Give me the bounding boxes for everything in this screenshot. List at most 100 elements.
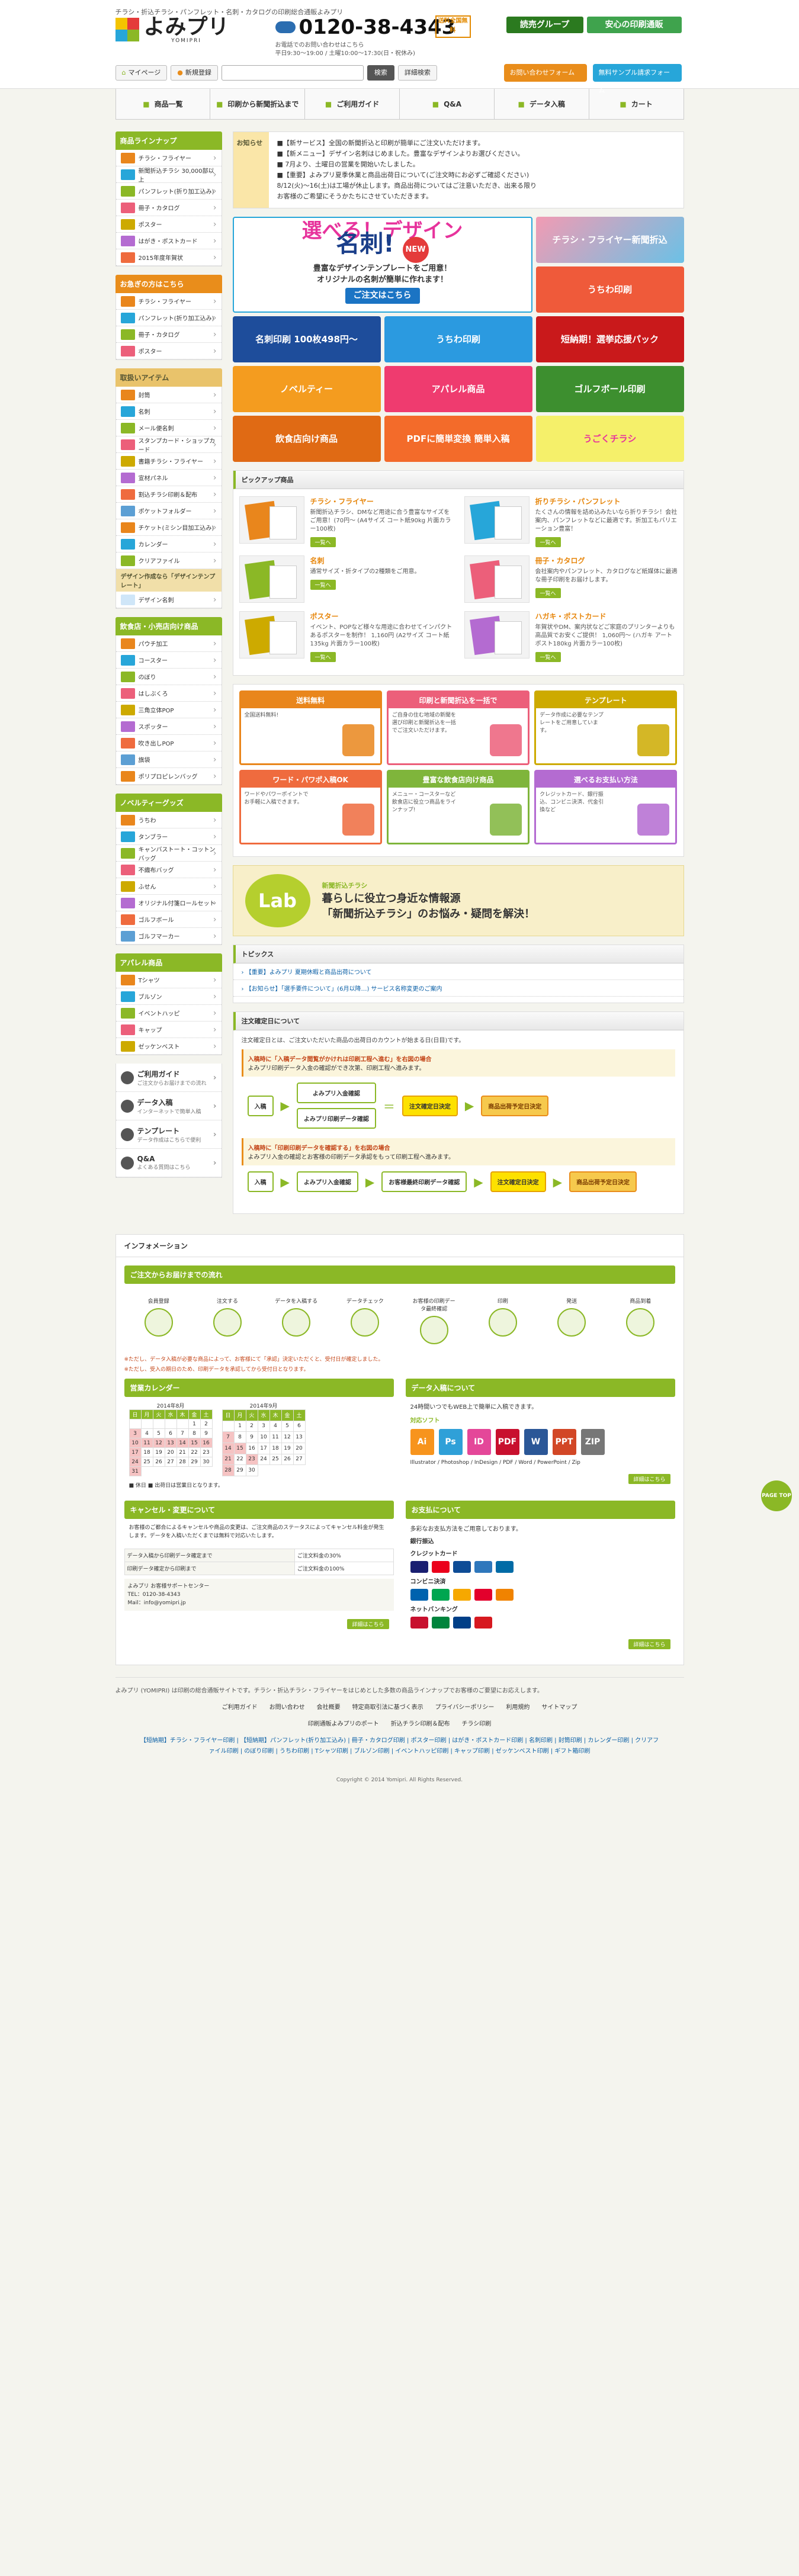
banner-uchiwa-small[interactable]: うちわ印刷 xyxy=(535,266,684,313)
sidebar-item-novelty-4[interactable]: ふせん xyxy=(115,878,222,895)
cancel-more-button[interactable]: 詳細はこちら xyxy=(347,1619,389,1629)
feature-card-0[interactable]: 送料無料 全国送料無料! xyxy=(239,690,382,765)
sidebar-item-lineup-4[interactable]: ポスター xyxy=(115,216,222,233)
feature-card-4[interactable]: 豊富な飲食店向け商品 メニュー・コースターなど飲食店に役立つ商品をラインナップ! xyxy=(386,770,530,844)
pickup-item-1[interactable]: 折りチラシ・パンフレット たくさんの情報を詰め込みたいなら折りチラシ！会社案内、パ… xyxy=(464,496,678,547)
banner-golf-ball[interactable]: ゴルフボール印刷 xyxy=(535,366,684,412)
gnav-item-4[interactable]: ■ データ入稿 xyxy=(495,89,589,119)
sidebar-item-goods-6[interactable]: 割込チラシ印刷＆配布 xyxy=(115,486,222,503)
contact-form-button[interactable]: お問い合わせフォーム xyxy=(503,64,587,82)
sidebar-item-goods-1[interactable]: 名刺 xyxy=(115,403,222,420)
sidebar-item-novelty-3[interactable]: 不織布バッグ xyxy=(115,862,222,878)
sidebar-item-food-0[interactable]: パウチ加工 xyxy=(115,635,222,652)
sidebar-item-design-meishi[interactable]: デザイン名刺 xyxy=(115,592,222,608)
sidebar-item-lineup-2[interactable]: パンフレット(折り加工込み) xyxy=(115,183,222,200)
sidebar-item-goods-10[interactable]: クリアファイル xyxy=(115,553,222,569)
sidebar-guide-1[interactable]: データ入稿 インターネットで簡単入稿 xyxy=(115,1092,222,1120)
sidebar-item-apparel-1[interactable]: ブルゾン xyxy=(115,988,222,1005)
pickup-item-more-button[interactable]: 一覧へ xyxy=(535,537,561,547)
sidebar-item-food-7[interactable]: 旗袋 xyxy=(115,751,222,768)
sidebar-item-apparel-0[interactable]: Tシャツ xyxy=(115,972,222,988)
banner-restaurant[interactable]: 飲食店向け商品 xyxy=(232,416,381,462)
feature-card-3[interactable]: ワード・パワポ入稿OK ワードやパワーポイントでお手軽に入稿できます。 xyxy=(239,770,382,844)
sidebar-item-rush-2[interactable]: 冊子・カタログ xyxy=(115,326,222,343)
sidebar-item-rush-3[interactable]: ポスター xyxy=(115,343,222,359)
sidebar-item-food-3[interactable]: はしぶくろ xyxy=(115,685,222,702)
sidebar-item-goods-9[interactable]: カレンダー xyxy=(115,536,222,553)
page-top-button[interactable]: PAGE TOP xyxy=(761,1480,792,1511)
banner-novelty[interactable]: ノベルティー xyxy=(232,366,381,412)
sidebar-item-novelty-5[interactable]: オリジナル付箋ロールセット xyxy=(115,895,222,911)
sidebar-item-apparel-4[interactable]: ゼッケンベスト xyxy=(115,1038,222,1055)
pickup-item-more-button[interactable]: 一覧へ xyxy=(310,652,336,662)
pickup-item-more-button[interactable]: 一覧へ xyxy=(310,537,336,547)
topic-item-1[interactable]: › 【お知らせ】「選手要件について」(6月以降…) サービス名称変更のご案内 xyxy=(233,980,684,997)
footer-link-4[interactable]: プライバシーポリシー xyxy=(435,1704,495,1711)
pickup-item-4[interactable]: ポスター イベント、POPなど様々な用途に合わせてインパクトあるポスターを制作！ … xyxy=(239,611,453,662)
sidebar-item-novelty-2[interactable]: キャンバストート・コットンバッグ xyxy=(115,845,222,862)
sidebar-item-rush-0[interactable]: チラシ・フライヤー xyxy=(115,293,222,310)
sidebar-item-food-1[interactable]: コースター xyxy=(115,652,222,669)
feature-card-2[interactable]: テンプレート データ作成に必要なテンプレートをご用意しています。 xyxy=(534,690,678,765)
sidebar-guide-0[interactable]: ご利用ガイド ご注文からお届けまでの流れ xyxy=(115,1064,222,1092)
feature-card-1[interactable]: 印刷と新聞折込を一括で ご自身の住む地域の新聞を選び印刷と新聞折込を一括でご注文い… xyxy=(386,690,530,765)
sidebar-item-lineup-5[interactable]: はがき・ポストカード xyxy=(115,233,222,249)
pickup-item-2[interactable]: 名刺 通常サイズ・折タイプの2種類をご用意。 一覧へ xyxy=(239,555,453,603)
gnav-item-2[interactable]: ■ ご利用ガイド xyxy=(305,89,400,119)
sidebar-item-goods-0[interactable]: 封筒 xyxy=(115,387,222,403)
sidebar-item-lineup-1[interactable]: 新聞折込チラシ 30,000部以上 xyxy=(115,166,222,184)
banner-uchiwa[interactable]: うちわ印刷 xyxy=(384,316,532,362)
banner-flyer-insert[interactable]: チラシ・フライヤー新聞折込 xyxy=(535,217,684,263)
sidebar-item-food-6[interactable]: 吹き出しPOP xyxy=(115,735,222,751)
sample-request-button[interactable]: 無料サンプル請求フォーム xyxy=(592,64,682,94)
sidebar-item-lineup-6[interactable]: 2015年度年賀状 xyxy=(115,249,222,266)
payment-more-button[interactable]: 詳細はこちら xyxy=(628,1639,670,1649)
banner-apparel[interactable]: アパレル商品 xyxy=(384,366,532,412)
detail-search-button[interactable]: 詳細検索 xyxy=(397,65,437,81)
footer-link-1[interactable]: お問い合わせ xyxy=(269,1704,305,1711)
pickup-item-more-button[interactable]: 一覧へ xyxy=(535,588,561,598)
feature-card-5[interactable]: 選べるお支払い方法 クレジットカード、銀行振込、コンビニ決済、代金引換など xyxy=(534,770,678,844)
search-input[interactable] xyxy=(221,65,364,81)
register-button[interactable]: ● 新規登録 xyxy=(171,65,218,81)
sidebar-item-novelty-7[interactable]: ゴルフマーカー xyxy=(115,928,222,945)
sidebar-item-apparel-2[interactable]: イベントハッピ xyxy=(115,1005,222,1022)
search-button[interactable]: 検索 xyxy=(367,65,394,81)
sidebar-item-food-2[interactable]: のぼり xyxy=(115,669,222,685)
footer-link2-2[interactable]: チラシ印刷 xyxy=(462,1721,492,1727)
sidebar-item-goods-7[interactable]: ポケットフォルダー xyxy=(115,503,222,519)
banner-moving-flyer[interactable]: うごくチラシ xyxy=(535,416,684,462)
pickup-item-0[interactable]: チラシ・フライヤー 新聞折込チラシ、DMなど用途に合う豊富なサイズをご用意！(70… xyxy=(239,496,453,547)
mypage-button[interactable]: ⌂ マイページ xyxy=(115,65,168,81)
pickup-item-3[interactable]: 冊子・カタログ 会社案内やパンフレット、カタログなど紙媒体に最適な冊子印刷をお届け… xyxy=(464,555,678,603)
phone-number[interactable]: 0120-38-4343 xyxy=(275,15,455,39)
footer-link-0[interactable]: ご利用ガイド xyxy=(222,1704,258,1711)
footer-link-6[interactable]: サイトマップ xyxy=(541,1704,577,1711)
sidebar-item-goods-2[interactable]: メール便名刺 xyxy=(115,420,222,436)
data-upload-more-button[interactable]: 詳細はこちら xyxy=(628,1474,670,1484)
site-logo[interactable]: よみプリ YOMIPRI xyxy=(115,17,229,44)
sidebar-item-food-4[interactable]: 三角立体POP xyxy=(115,702,222,718)
sidebar-guide-2[interactable]: テンプレート データ作成はこちらで便利 xyxy=(115,1120,222,1149)
sidebar-item-food-5[interactable]: スポッター xyxy=(115,718,222,735)
banner-election-pack[interactable]: 短納期！選挙応援パック xyxy=(535,316,684,362)
lab-banner[interactable]: Lab 新聞折込チラシ 暮らしに役立つ身近な情報源 「新聞折込チラシ」のお悩み・… xyxy=(232,865,684,936)
gnav-item-3[interactable]: ■ Q&A xyxy=(400,89,495,119)
design-meishi-banner[interactable]: 選べる！デザイン 名刺! NEW 豊富なデザインテンプレートをご用意！ オリジナ… xyxy=(232,217,532,313)
sidebar-item-lineup-3[interactable]: 冊子・カタログ xyxy=(115,200,222,216)
gnav-item-0[interactable]: ■ 商品一覧 xyxy=(116,89,211,119)
sidebar-item-novelty-6[interactable]: ゴルフボール xyxy=(115,911,222,928)
sidebar-item-goods-4[interactable]: 書籍チラシ・フライヤー xyxy=(115,453,222,470)
footer-link2-1[interactable]: 折込チラシ印刷＆配布 xyxy=(391,1721,450,1727)
sidebar-item-novelty-1[interactable]: タンブラー xyxy=(115,828,222,845)
footer-link-2[interactable]: 会社概要 xyxy=(317,1704,341,1711)
sidebar-guide-3[interactable]: Q&A よくある質問はこちら xyxy=(115,1149,222,1177)
banner-pdf-convert[interactable]: PDFに簡単変換 簡単入稿 xyxy=(384,416,532,462)
topic-item-0[interactable]: › 【重要】よみプリ 夏期休暇と商品出荷について xyxy=(233,963,684,980)
footer-link2-0[interactable]: 印刷通販よみプリのポート xyxy=(308,1721,379,1727)
sidebar-item-goods-3[interactable]: スタンプカード・ショップカード xyxy=(115,436,222,454)
sidebar-item-food-8[interactable]: ポリプロピレンバッグ xyxy=(115,768,222,785)
sidebar-item-goods-8[interactable]: チケット(ミシン目加工込み) xyxy=(115,519,222,536)
banner-meishi-498[interactable]: 名刺印刷 100枚498円〜 xyxy=(232,316,381,362)
pickup-item-5[interactable]: ハガキ・ポストカード 年賀状やDM、案内状などご家庭のプリンターよりも高品質でお安… xyxy=(464,611,678,662)
